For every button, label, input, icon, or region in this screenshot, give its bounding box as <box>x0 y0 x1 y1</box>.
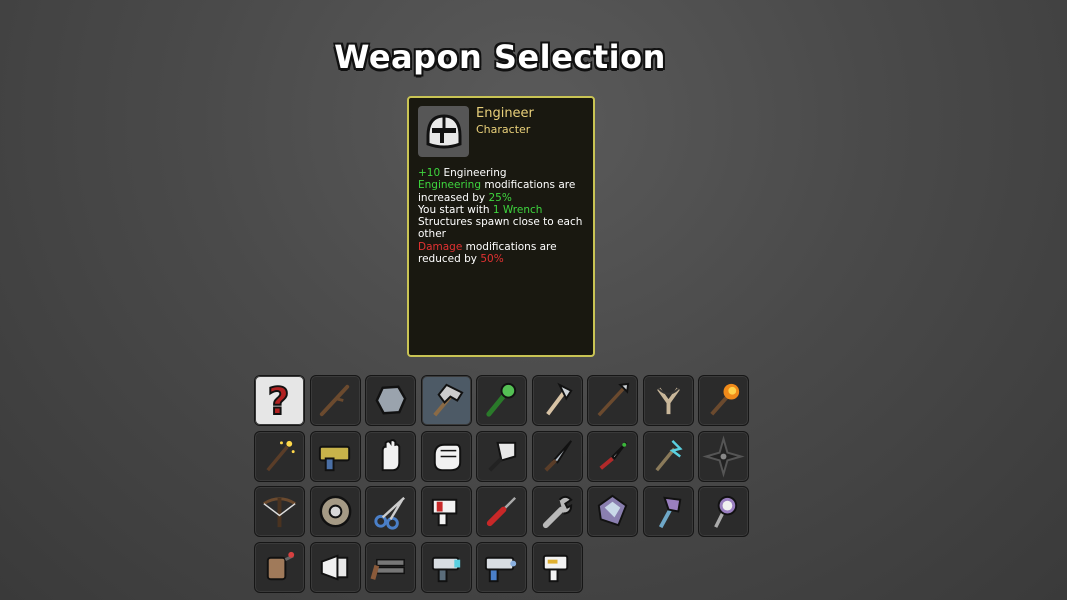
nail-gun-icon <box>431 498 457 527</box>
page-title: Weapon Selection <box>334 38 666 76</box>
weapon-slot[interactable] <box>531 486 583 537</box>
weapon-slot[interactable] <box>698 375 749 426</box>
character-type: Character <box>476 123 531 136</box>
weapon-slot[interactable] <box>587 375 638 426</box>
stat-text: Engineering <box>440 167 507 179</box>
weapon-slot[interactable] <box>420 486 472 537</box>
fist-icon <box>433 443 461 471</box>
slingshot-icon <box>656 387 680 415</box>
weapon-slot[interactable] <box>420 430 472 482</box>
weapon-slot[interactable] <box>476 430 527 482</box>
weapon-slot[interactable] <box>531 541 583 593</box>
shield-icon <box>319 495 351 528</box>
character-name: Engineer <box>476 106 534 121</box>
knife-icon <box>543 439 572 472</box>
plasma-gun-icon <box>484 556 517 582</box>
wrench-icon <box>542 495 573 529</box>
stat-value: +10 <box>418 167 441 179</box>
character-info-card: Engineer Character +10 Engineering Engin… <box>407 96 595 357</box>
weapon-slot[interactable] <box>476 486 527 537</box>
weapon-slot[interactable] <box>309 541 361 593</box>
weapon-slot[interactable] <box>698 430 749 482</box>
weapon-slot[interactable] <box>420 541 472 593</box>
double-barrel-icon <box>370 558 405 580</box>
weapon-slot[interactable] <box>531 430 583 482</box>
scissors-icon <box>374 496 406 530</box>
character-description: +10 Engineering Engineering modification… <box>418 167 590 265</box>
dagger-icon <box>599 441 627 470</box>
weapon-slot[interactable] <box>587 486 638 537</box>
stat-value: 50% <box>480 253 504 266</box>
weapon-slot[interactable] <box>420 375 472 426</box>
skull-staff-icon <box>714 495 738 528</box>
weapon-slot[interactable] <box>531 375 583 426</box>
magic-wand-icon <box>266 440 295 471</box>
weapon-slot[interactable] <box>642 486 694 537</box>
weapon-slot[interactable] <box>365 375 416 426</box>
weapon-slot[interactable] <box>365 430 416 482</box>
desc-text: Structures spawn close to each other <box>418 216 583 241</box>
weapon-slot[interactable] <box>587 430 638 482</box>
desc-text: You start with <box>418 203 493 216</box>
weapon-slot[interactable] <box>309 375 361 426</box>
highlight-text: 1 Wrench <box>492 203 543 216</box>
double-axe-icon <box>432 383 464 417</box>
taser-icon <box>318 445 350 471</box>
axe-icon <box>545 382 573 416</box>
torch-icon <box>710 383 740 416</box>
cleaver-icon <box>488 441 517 472</box>
rock-icon <box>375 385 407 415</box>
weapon-slot[interactable] <box>309 430 361 482</box>
highlight-text: Damage <box>418 240 463 253</box>
stick-icon <box>319 384 349 417</box>
svg-text:?: ? <box>268 380 290 422</box>
stat-value: 25% <box>488 191 512 204</box>
weapon-slot[interactable] <box>254 486 305 537</box>
screwdriver-icon <box>486 496 517 527</box>
weapon-slot[interactable] <box>365 486 416 537</box>
knight-helmet-icon <box>418 106 469 157</box>
megaphone-icon <box>320 553 348 581</box>
crossbow-icon <box>263 497 296 528</box>
flamethrower-icon <box>266 551 295 580</box>
weapon-slot[interactable] <box>642 375 694 426</box>
weapon-slot[interactable] <box>254 430 305 482</box>
weapon-slot[interactable]: ? <box>254 375 305 426</box>
blaster-icon <box>431 556 460 582</box>
spiked-club-icon <box>486 382 517 417</box>
spear-icon <box>597 382 630 417</box>
hand-icon <box>381 438 401 471</box>
crystal-icon <box>597 494 628 527</box>
weapon-slot[interactable] <box>309 486 361 537</box>
weapon-slot[interactable] <box>476 541 527 593</box>
weapon-slot[interactable] <box>365 541 416 593</box>
weapon-slot[interactable] <box>476 375 527 426</box>
shuriken-icon <box>702 434 745 478</box>
lightning-staff-icon <box>654 439 683 471</box>
weapon-slot[interactable] <box>254 541 305 593</box>
weapon-slot[interactable] <box>642 430 694 482</box>
crystal-axe-icon <box>658 496 681 529</box>
laser-gun-icon <box>542 554 568 582</box>
weapon-slot[interactable] <box>698 486 749 537</box>
random-question-icon: ? <box>267 379 291 422</box>
highlight-text: Engineering <box>418 179 481 192</box>
